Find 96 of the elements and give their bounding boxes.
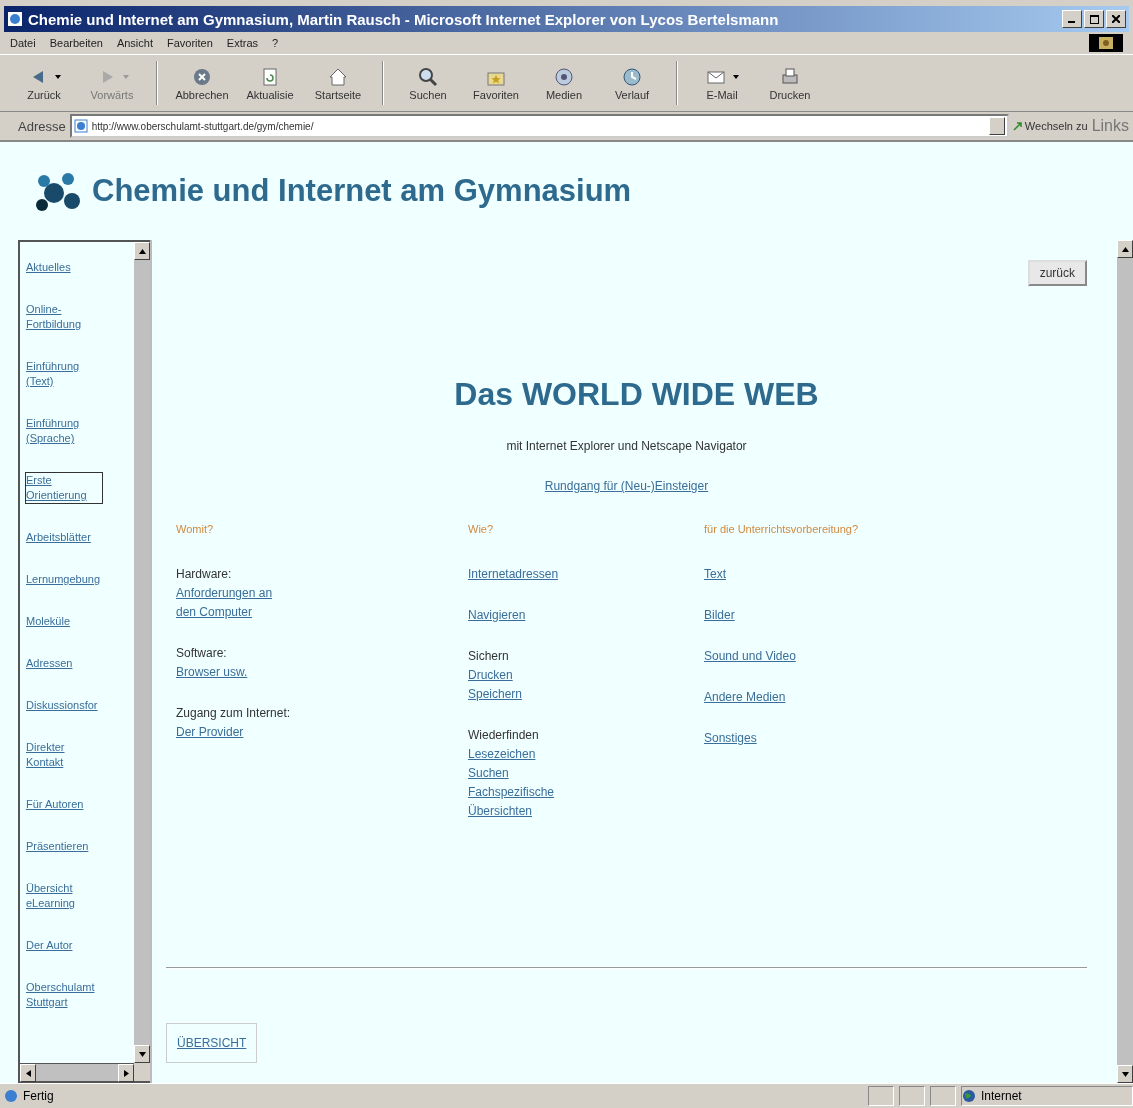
caret-icon [123,75,129,79]
menu-item[interactable]: ? [272,37,279,49]
scrollbar-corner [134,1063,150,1081]
topic-link[interactable]: Internetadressen [468,565,578,584]
group-label: Hardware: [176,566,233,583]
topic-link[interactable]: Lesezeichen [468,745,578,764]
status-panel [899,1086,925,1106]
menu-item[interactable]: Extras [226,37,259,49]
maximize-button[interactable] [1084,10,1104,28]
search-icon [416,65,440,89]
globe-icon [962,1089,976,1103]
address-label: Adresse [18,118,66,134]
dropdown-button[interactable] [988,117,1005,135]
menu-item[interactable]: Bearbeiten [49,37,103,49]
toolbar-button[interactable]: Zurück [12,63,76,103]
topic-link[interactable]: Bilder [704,606,814,625]
topic-link[interactable]: Andere Medien [704,688,814,707]
clock-icon [620,65,644,89]
window-title: Chemie und Internet am Gymnasium, Martin Rausch - Microsoft Internet Explorer von Lycos Bertelsmann [28,10,780,28]
arrow-icon [138,248,146,254]
sidebar-link[interactable]: Aktuelles [26,260,71,275]
group-label: Sichern [468,648,510,665]
sidebar-link[interactable]: Präsentieren [26,839,89,854]
arrow-icon [1121,246,1129,252]
toolbar-button[interactable]: Drucken [758,63,822,103]
sidebar-link[interactable]: Für Autoren [26,797,84,812]
topic-link[interactable]: Speichern [468,685,578,704]
menu-item[interactable]: Ansicht [116,37,153,49]
sidebar-link[interactable]: Einführung (Text) [26,359,102,389]
subtitle: mit Internet Explorer und Netscape Navigator [506,439,747,453]
caret-icon [55,75,61,79]
topic-link[interactable]: Anforderungen an den Computer [176,584,286,622]
sidebar-link[interactable]: Direkter Kontakt [26,740,102,770]
arrow-icon [25,1069,31,1077]
topic-link[interactable]: Suchen [468,764,578,783]
sidebar-link[interactable]: Diskussionsfor [26,698,98,713]
sidebar-link[interactable]: Oberschulamt Stuttgart [26,980,102,1010]
column-heading: Wie? [468,523,495,535]
overview-button[interactable]: ÜBERSICHT [166,1023,258,1063]
topic-link[interactable]: Sound und Video [704,647,814,666]
sidebar-link[interactable]: Online-Fortbildung [26,302,102,332]
close-button[interactable] [1106,10,1126,28]
back-button[interactable]: zurück [1027,260,1087,286]
topic-link[interactable]: Der Provider [176,723,286,742]
sidebar-link[interactable]: Einführung (Sprache) [26,416,102,446]
arrow-icon [138,1051,146,1057]
arrow-icon [1012,121,1023,131]
arrow-icon [1121,1071,1129,1077]
toolbar-button[interactable]: Verlauf [600,63,664,103]
zone-text: Internet [981,1089,1022,1103]
menu-item[interactable]: Favoriten [167,37,213,49]
site-title: Chemie und Internet am Gymnasium [92,173,632,209]
caret-icon [733,75,739,79]
toolbar-button[interactable]: Aktualisie [238,63,302,103]
sidebar-link[interactable]: Erste Orientierung [26,473,102,503]
topic-link[interactable]: Browser usw. [176,663,286,682]
maximize-icon [1089,14,1099,24]
minimize-button[interactable] [1062,10,1082,28]
sidebar-link[interactable]: Lernumgebung [26,572,100,587]
toolbar-button[interactable]: Medien [532,63,596,103]
column-heading: für die Unterrichtsvorbereitung? [704,523,860,535]
sidebar-link[interactable]: Moleküle [26,614,71,629]
arrow-icon [123,1069,129,1077]
scrollbar[interactable] [1117,240,1133,1083]
links-button[interactable]: Links [1091,117,1129,135]
topic-link[interactable]: Fachspezifische Übersichten [468,783,578,821]
sidebar-link[interactable]: Der Autor [26,938,73,953]
address-field[interactable]: http://www.oberschulamt-stuttgart.de/gym/chemie/ [69,114,1009,138]
topic-link[interactable]: Text [704,565,814,584]
sidebar-link[interactable]: Adressen [26,656,73,671]
topic-link[interactable]: Navigieren [468,606,578,625]
column-heading: Womit? [176,523,215,535]
group-label: Wiederfinden [468,727,540,744]
status-panel [868,1086,894,1106]
topic-link[interactable]: Drucken [468,666,578,685]
sidebar-link[interactable]: Übersicht eLearning [26,881,102,911]
group-label: Software: [176,645,228,662]
toolbar-button[interactable]: Suchen [396,63,460,103]
group-label: Zugang zum Internet: [176,705,292,722]
topic-link[interactable]: Sonstiges [704,729,814,748]
menu-item[interactable]: Datei [10,37,36,49]
page-heading: Das WORLD WIDE WEB [454,376,819,413]
browser-icon [7,11,23,27]
toolbar-button[interactable]: Startseite [306,63,370,103]
scrollbar[interactable] [134,242,150,1063]
toolbar-button[interactable]: E-Mail [690,63,754,103]
sidebar-link[interactable]: Arbeitsblätter [26,530,91,545]
disc-icon [552,65,576,89]
close-icon [1112,15,1120,23]
go-button[interactable]: Wechseln zu [1012,120,1088,132]
toolbar-button[interactable]: Abbrechen [170,63,234,103]
toolbar-button[interactable]: Favoriten [464,63,528,103]
tour-link[interactable]: Rundgang für (Neu-)Einsteiger [544,479,709,493]
horizontal-scrollbar[interactable] [20,1063,134,1081]
status-text: Fertig [23,1089,54,1103]
status-panel [930,1086,956,1106]
